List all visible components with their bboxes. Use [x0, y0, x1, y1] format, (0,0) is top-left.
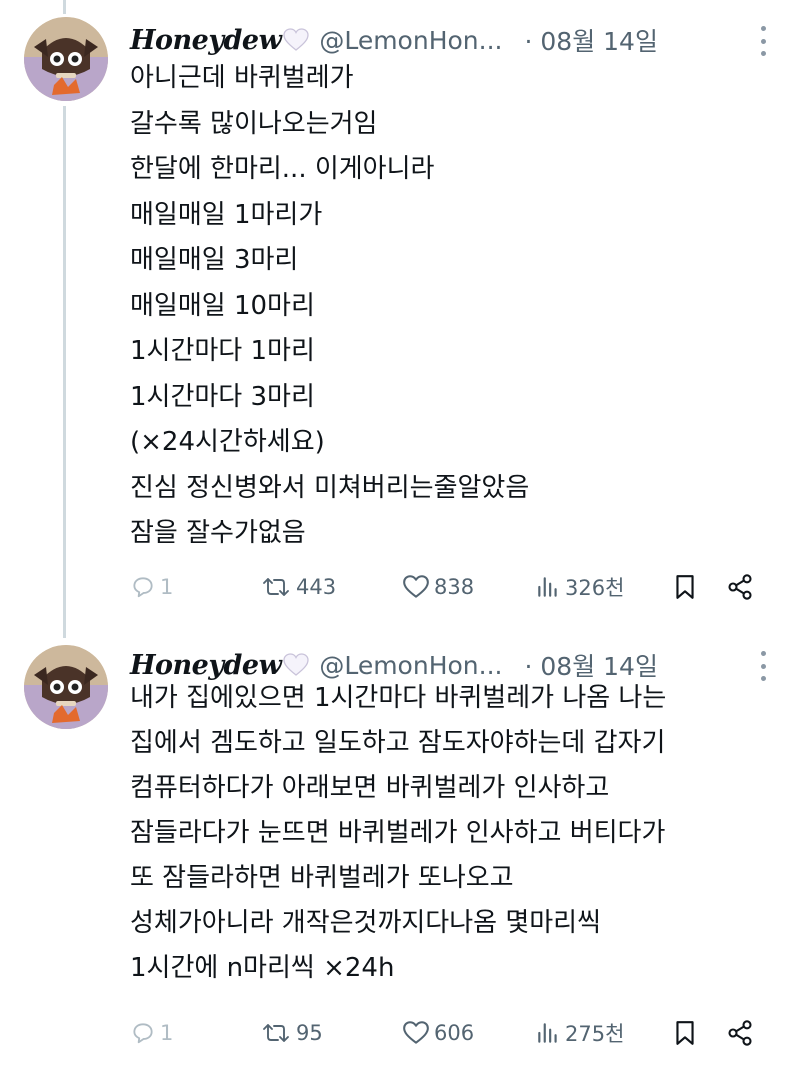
reply-count: 1: [160, 575, 174, 599]
tweet-line: 매일매일 10마리: [130, 290, 315, 321]
share-icon: [728, 1020, 752, 1046]
reply-button[interactable]: 1: [130, 569, 173, 605]
tweet-line: 갈수록 많이나오는거임: [130, 108, 378, 139]
tweet-line: 매일매일 3마리: [130, 245, 299, 275]
avatar[interactable]: [24, 17, 108, 101]
tweet-line: 진심 정신병와서 미쳐버리는줄알았음: [130, 472, 530, 503]
tweet-line: 성체가아니라 개작은것까지다나옴 몇마리씩: [130, 908, 602, 938]
retweet-count: 95: [296, 1021, 323, 1045]
retweet-count: 443: [296, 575, 337, 599]
user-handle[interactable]: @LemonHon...: [319, 26, 502, 55]
display-name[interactable]: Honeydew: [130, 25, 282, 56]
tweet-text: 내가 집에있으면 1시간마다 바퀴벌레가 나옴 나는 집에서 겜도하고 일도하고…: [130, 676, 666, 991]
tweet-line: 또 잠들라하면 바퀴벌레가 또나오고: [130, 863, 514, 893]
tweet-line: 아니근데 바퀴벌레가: [130, 63, 354, 93]
retweet-icon: [263, 1024, 289, 1042]
reply-icon: [133, 1023, 153, 1044]
views-count: 275천: [565, 1022, 625, 1046]
tweet-line: 잠을 잘수가없음: [130, 518, 306, 548]
like-count: 838: [434, 575, 475, 599]
tweet-line: 매일매일 1마리가: [130, 199, 323, 230]
views-button[interactable]: 326천: [535, 569, 624, 605]
tweet-1[interactable]: Honeydew @LemonHon... · 08월 14일 아니근데 바퀴벌…: [0, 0, 800, 625]
views-button[interactable]: 275천: [535, 1015, 624, 1051]
reply-icon: [133, 577, 153, 598]
tweet-line: 1시간에 n마리씩 ×24h: [130, 953, 395, 983]
share-button[interactable]: [726, 1015, 754, 1051]
bookmark-button[interactable]: [673, 569, 697, 605]
tweet-date[interactable]: · 08월 14일: [524, 22, 657, 58]
tweet-2[interactable]: Honeydew @LemonHon... · 08월 14일 내가 집에있으면…: [0, 625, 800, 1073]
avatar[interactable]: [24, 645, 108, 729]
tweet-actions: 1 443 838 326천: [130, 569, 770, 605]
like-button[interactable]: 838: [402, 569, 474, 605]
views-bar-chart-icon: [538, 1023, 557, 1043]
avatar-image: [24, 645, 108, 729]
share-button[interactable]: [726, 569, 754, 605]
reply-button[interactable]: 1: [130, 1015, 173, 1051]
more-vertical-icon[interactable]: [756, 651, 770, 681]
retweet-button[interactable]: 443: [260, 569, 336, 605]
like-button[interactable]: 606: [402, 1015, 474, 1051]
bookmark-icon: [676, 575, 694, 599]
more-vertical-icon[interactable]: [756, 26, 770, 56]
tweet-line: 1시간마다 1마리: [130, 336, 315, 366]
tweet-line: 집에서 겜도하고 일도하고 잠도자야하는데 갑자기: [130, 728, 666, 758]
heart-outline-icon: [403, 575, 429, 598]
share-icon: [728, 574, 752, 600]
tweet-line: 내가 집에있으면 1시간마다 바퀴벌레가 나옴 나는: [130, 683, 667, 713]
heart-outline-icon: [403, 1021, 429, 1044]
tweet-line: 잠들라다가 눈뜨면 바퀴벌레가 인사하고 버티다가: [130, 818, 666, 848]
tweet-line: 1시간마다 3마리: [130, 381, 315, 412]
white-heart-emoji-icon: [283, 653, 309, 676]
tweet-header: Honeydew @LemonHon... · 08월 14일: [130, 20, 770, 60]
retweet-icon: [263, 578, 289, 596]
tweet-actions: 1 95 606 275천: [130, 1015, 770, 1051]
tweet-text: 아니근데 바퀴벌레가 갈수록 많이나오는거임 한달에 한마리... 이게아니라 …: [130, 56, 529, 557]
white-heart-emoji-icon: [283, 28, 309, 51]
tweet-line: 컴퓨터하다가 아래보면 바퀴벌레가 인사하고: [130, 773, 610, 803]
bookmark-button[interactable]: [673, 1015, 697, 1051]
like-count: 606: [434, 1021, 475, 1045]
tweet-line: (×24시간하세요): [130, 427, 325, 457]
bookmark-icon: [676, 1021, 694, 1045]
tweet-line: 한달에 한마리... 이게아니라: [130, 154, 435, 184]
retweet-button[interactable]: 95: [260, 1015, 323, 1051]
reply-count: 1: [160, 1021, 174, 1045]
views-count: 326천: [565, 576, 625, 600]
avatar-image: [24, 17, 108, 101]
views-bar-chart-icon: [538, 577, 557, 597]
